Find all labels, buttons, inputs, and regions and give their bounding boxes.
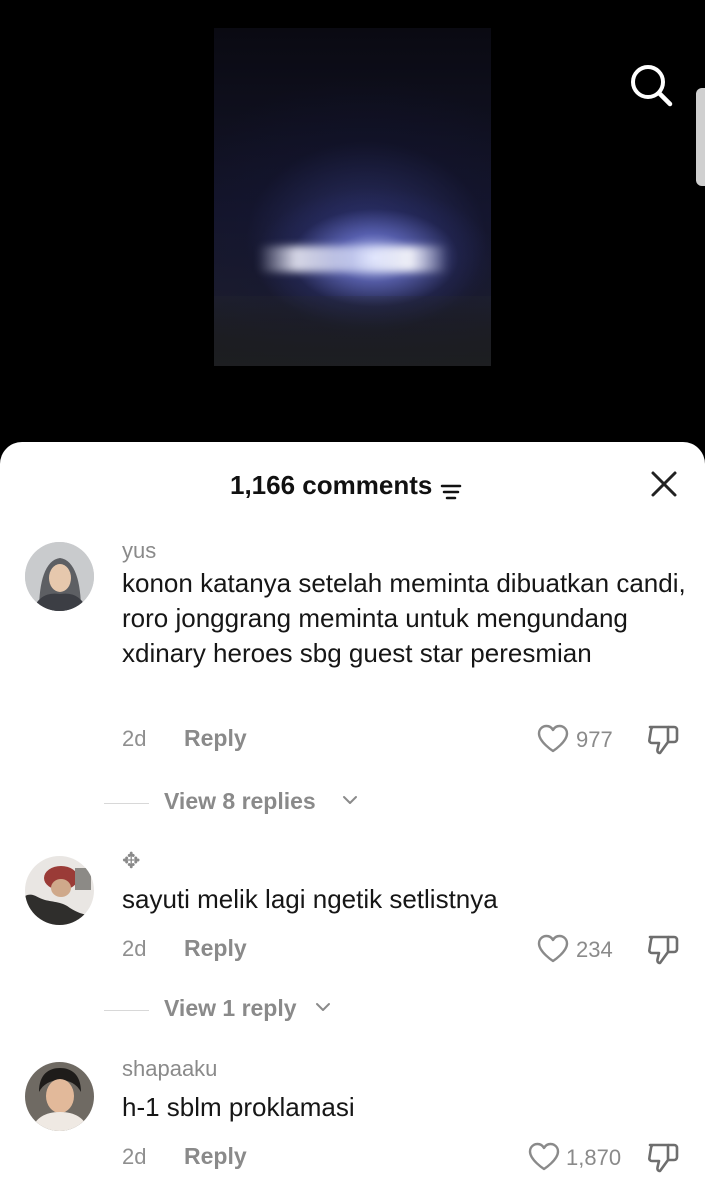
- comment-text: sayuti melik lagi ngetik setlistnya: [122, 884, 498, 914]
- thumbs-down-icon[interactable]: [646, 932, 680, 966]
- reply-button[interactable]: Reply: [184, 1143, 247, 1170]
- like-count: 234: [576, 937, 613, 962]
- view-replies-button[interactable]: View 8 replies: [164, 788, 316, 815]
- comment-text: h-1 sblm proklamasi: [122, 1092, 355, 1122]
- comments-count-button[interactable]: 1,166 comments: [230, 470, 462, 501]
- comment-username[interactable]: shapaaku: [122, 1056, 217, 1082]
- side-scroll-handle[interactable]: [696, 88, 705, 186]
- comment-text: konon katanya setelah meminta dibuatkan …: [122, 568, 686, 668]
- chevron-down-icon[interactable]: [342, 792, 358, 808]
- comment-time: 2d: [122, 936, 147, 961]
- reply-button[interactable]: Reply: [184, 725, 247, 752]
- video-player[interactable]: [0, 0, 705, 460]
- reply-button[interactable]: Reply: [184, 935, 247, 962]
- avatar[interactable]: [25, 542, 94, 611]
- chevron-down-icon[interactable]: [315, 999, 331, 1015]
- heart-outline-icon[interactable]: [537, 934, 569, 964]
- stage-light: [258, 246, 448, 272]
- comments-count-label: 1,166 comments: [230, 470, 433, 500]
- sort-lines-icon[interactable]: [440, 477, 462, 499]
- heart-outline-icon[interactable]: [537, 724, 569, 754]
- heart-outline-icon[interactable]: [528, 1142, 560, 1172]
- comment-username[interactable]: ✥: [122, 848, 140, 874]
- comment-time: 2d: [122, 1144, 147, 1169]
- avatar[interactable]: [25, 856, 94, 925]
- thumbs-down-icon[interactable]: [646, 722, 680, 756]
- thumbs-down-icon[interactable]: [646, 1140, 680, 1174]
- avatar[interactable]: [25, 1062, 94, 1131]
- replies-divider: [104, 803, 149, 804]
- like-count: 977: [576, 727, 613, 752]
- like-count: 1,870: [566, 1145, 622, 1170]
- view-replies-row[interactable]: View 1 reply: [0, 995, 705, 1025]
- view-replies-button[interactable]: View 1 reply: [164, 995, 297, 1022]
- close-icon[interactable]: [648, 468, 680, 500]
- view-replies-row[interactable]: View 8 replies: [0, 788, 705, 818]
- comments-header: 1,166 comments: [0, 442, 705, 528]
- search-icon[interactable]: [628, 62, 674, 108]
- replies-divider: [104, 1010, 149, 1011]
- crowd-silhouette: [214, 296, 491, 366]
- comment-time: 2d: [122, 726, 147, 751]
- video-thumbnail[interactable]: [214, 28, 491, 366]
- comments-sheet: 1,166 comments yus konon katanya setelah…: [0, 442, 705, 1200]
- comment-username[interactable]: yus: [122, 538, 156, 564]
